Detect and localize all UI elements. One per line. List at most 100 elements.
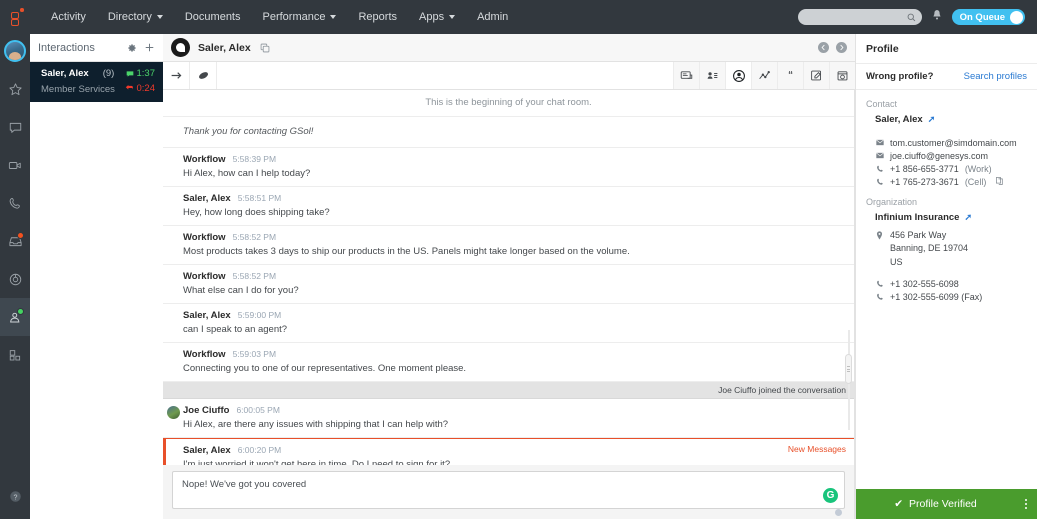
message-time: 5:58:39 PM [232, 154, 277, 164]
nav-label: Activity [51, 11, 86, 23]
expand-panel-button[interactable] [836, 42, 847, 53]
help-button[interactable]: ? [8, 489, 23, 509]
profile-button[interactable] [725, 62, 751, 89]
address-line: Banning, DE 19704 [890, 243, 969, 253]
message-text: Hi Alex, how can I help today? [183, 168, 311, 179]
message-time: 6:00:20 PM [237, 445, 282, 455]
chat-timer-value: 1:37 [136, 68, 156, 79]
collapse-left-button[interactable] [818, 42, 829, 53]
interactions-panel: Interactions Saler, Alex (9) 1:37 Member… [30, 34, 163, 519]
rail-item-chat[interactable] [0, 108, 30, 146]
wrong-profile-label: Wrong profile? [866, 71, 934, 82]
chat-message-agent: Joe Ciuffo 6:00:05 PM Hi Alex, are there … [163, 399, 854, 438]
nav-item-apps[interactable]: Apps [408, 0, 466, 34]
journey-button[interactable] [751, 62, 777, 89]
organization-fax-value[interactable]: +1 302-555-6099 (Fax) [890, 292, 982, 302]
typing-indicator-dot [835, 509, 842, 516]
nav-item-documents[interactable]: Documents [174, 0, 252, 34]
rail-item-inbox[interactable] [0, 222, 30, 260]
rail-item-target[interactable] [0, 260, 30, 298]
message-time: 5:59:00 PM [237, 310, 282, 320]
nav-label: Performance [262, 11, 326, 23]
gear-icon[interactable] [127, 43, 137, 53]
address-line: 456 Park Way [890, 229, 947, 240]
video-camera-icon [8, 161, 21, 169]
organization-phone-value[interactable]: +1 302-555-6098 [890, 279, 959, 289]
interaction-queue: Member Services [41, 84, 115, 95]
chat-message: Workflow 5:59:03 PM Connecting you to one… [163, 343, 854, 382]
contact-phone-value[interactable]: +1 856-655-3771 [890, 164, 959, 174]
message-text: What else can I do for you? [183, 285, 299, 296]
agent-avatar [167, 406, 180, 419]
copy-icon[interactable] [260, 43, 270, 53]
copy-phone-icon[interactable] [996, 176, 1003, 187]
interaction-count: (9) [102, 68, 115, 79]
nav-item-directory[interactable]: Directory [97, 0, 174, 34]
organization-section-label: Organization [866, 197, 918, 207]
nav-item-reports[interactable]: Reports [347, 0, 408, 34]
callback-schedule-icon [837, 71, 848, 81]
scrollbar-thumb[interactable] [845, 354, 852, 384]
genesys-logo-icon[interactable] [0, 0, 34, 34]
disconnect-button[interactable] [190, 62, 217, 89]
interactions-list: Saler, Alex (9) 1:37 Member Services 0:2… [30, 62, 163, 519]
phone-icon [875, 164, 884, 173]
transcript-scrollbar[interactable] [845, 330, 852, 430]
transcript-system-line: This is the beginning of your chat room. [163, 90, 854, 117]
transfer-button[interactable] [163, 62, 190, 89]
transcript-button[interactable] [673, 62, 699, 89]
profile-panel: Profile Wrong profile? Search profiles C… [855, 34, 1037, 519]
rail-item-phone[interactable] [0, 184, 30, 222]
notifications-bell-icon[interactable] [932, 8, 942, 26]
message-author: Workflow [183, 154, 226, 165]
interaction-item-saler-alex[interactable]: Saler, Alex (9) 1:37 Member Services 0:2… [30, 62, 163, 102]
target-icon [9, 273, 21, 285]
external-link-icon[interactable]: ➚ [928, 114, 936, 125]
message-text: Connecting you to one of our representat… [183, 363, 467, 374]
profile-more-options-button[interactable] [1015, 489, 1037, 519]
rail-item-apps[interactable] [0, 336, 30, 374]
scripts-button[interactable]: “ [777, 62, 803, 89]
contact-email-value[interactable]: joe.ciuffo@genesys.com [890, 151, 988, 161]
rail-item-favorites[interactable] [0, 70, 30, 108]
message-author: Saler, Alex [183, 193, 231, 204]
chevron-down-icon [330, 15, 337, 19]
contact-phone-tag: (Work) [964, 163, 992, 174]
toggle-knob [1010, 10, 1023, 24]
organization-name: Infinium Insurance ➚ [856, 210, 1037, 227]
wrong-profile-row: Wrong profile? Search profiles [856, 64, 1037, 90]
roster-button[interactable] [699, 62, 725, 89]
left-icon-rail: ? [0, 34, 30, 519]
nav-item-activity[interactable]: Activity [40, 0, 97, 34]
profile-verified-label: Profile Verified [909, 498, 977, 510]
rail-item-agent[interactable] [0, 298, 30, 336]
rail-item-video[interactable] [0, 146, 30, 184]
notes-button[interactable] [803, 62, 829, 89]
nav-item-admin[interactable]: Admin [466, 0, 519, 34]
message-text: can I speak to an agent? [183, 324, 288, 335]
message-input[interactable]: Nope! We've got you covered G [172, 471, 845, 509]
on-queue-toggle[interactable]: On Queue [951, 9, 1025, 25]
interaction-hold-timer: 0:24 [125, 83, 155, 94]
global-search-input[interactable] [797, 9, 922, 25]
message-author: Saler, Alex [183, 445, 231, 456]
chat-message: Workflow 5:58:52 PM What else can I do fo… [163, 265, 854, 304]
top-nav-items: Activity Directory Documents Performance… [40, 0, 519, 34]
message-author: Workflow [183, 349, 226, 360]
message-time: 5:58:52 PM [232, 271, 277, 281]
genesys-assist-badge-icon[interactable]: G [823, 488, 838, 503]
contact-phone-value[interactable]: +1 765-273-3671 [890, 177, 959, 187]
phone-icon [875, 177, 884, 186]
callback-button[interactable] [829, 62, 855, 89]
notes-edit-icon [811, 70, 822, 81]
participant-join-notice: Joe Ciuffo joined the conversation [163, 382, 854, 399]
search-profiles-link[interactable]: Search profiles [964, 71, 1027, 82]
user-avatar[interactable] [4, 40, 26, 62]
chevron-down-icon [449, 15, 456, 19]
nav-item-performance[interactable]: Performance [252, 0, 348, 34]
contact-email-value[interactable]: tom.customer@simdomain.com [890, 138, 1017, 148]
chat-transcript[interactable]: This is the beginning of your chat room.… [163, 90, 855, 465]
profile-verified-button[interactable]: ✔ Profile Verified [856, 489, 1015, 519]
external-link-icon[interactable]: ➚ [964, 212, 972, 223]
add-interaction-icon[interactable] [144, 42, 155, 53]
